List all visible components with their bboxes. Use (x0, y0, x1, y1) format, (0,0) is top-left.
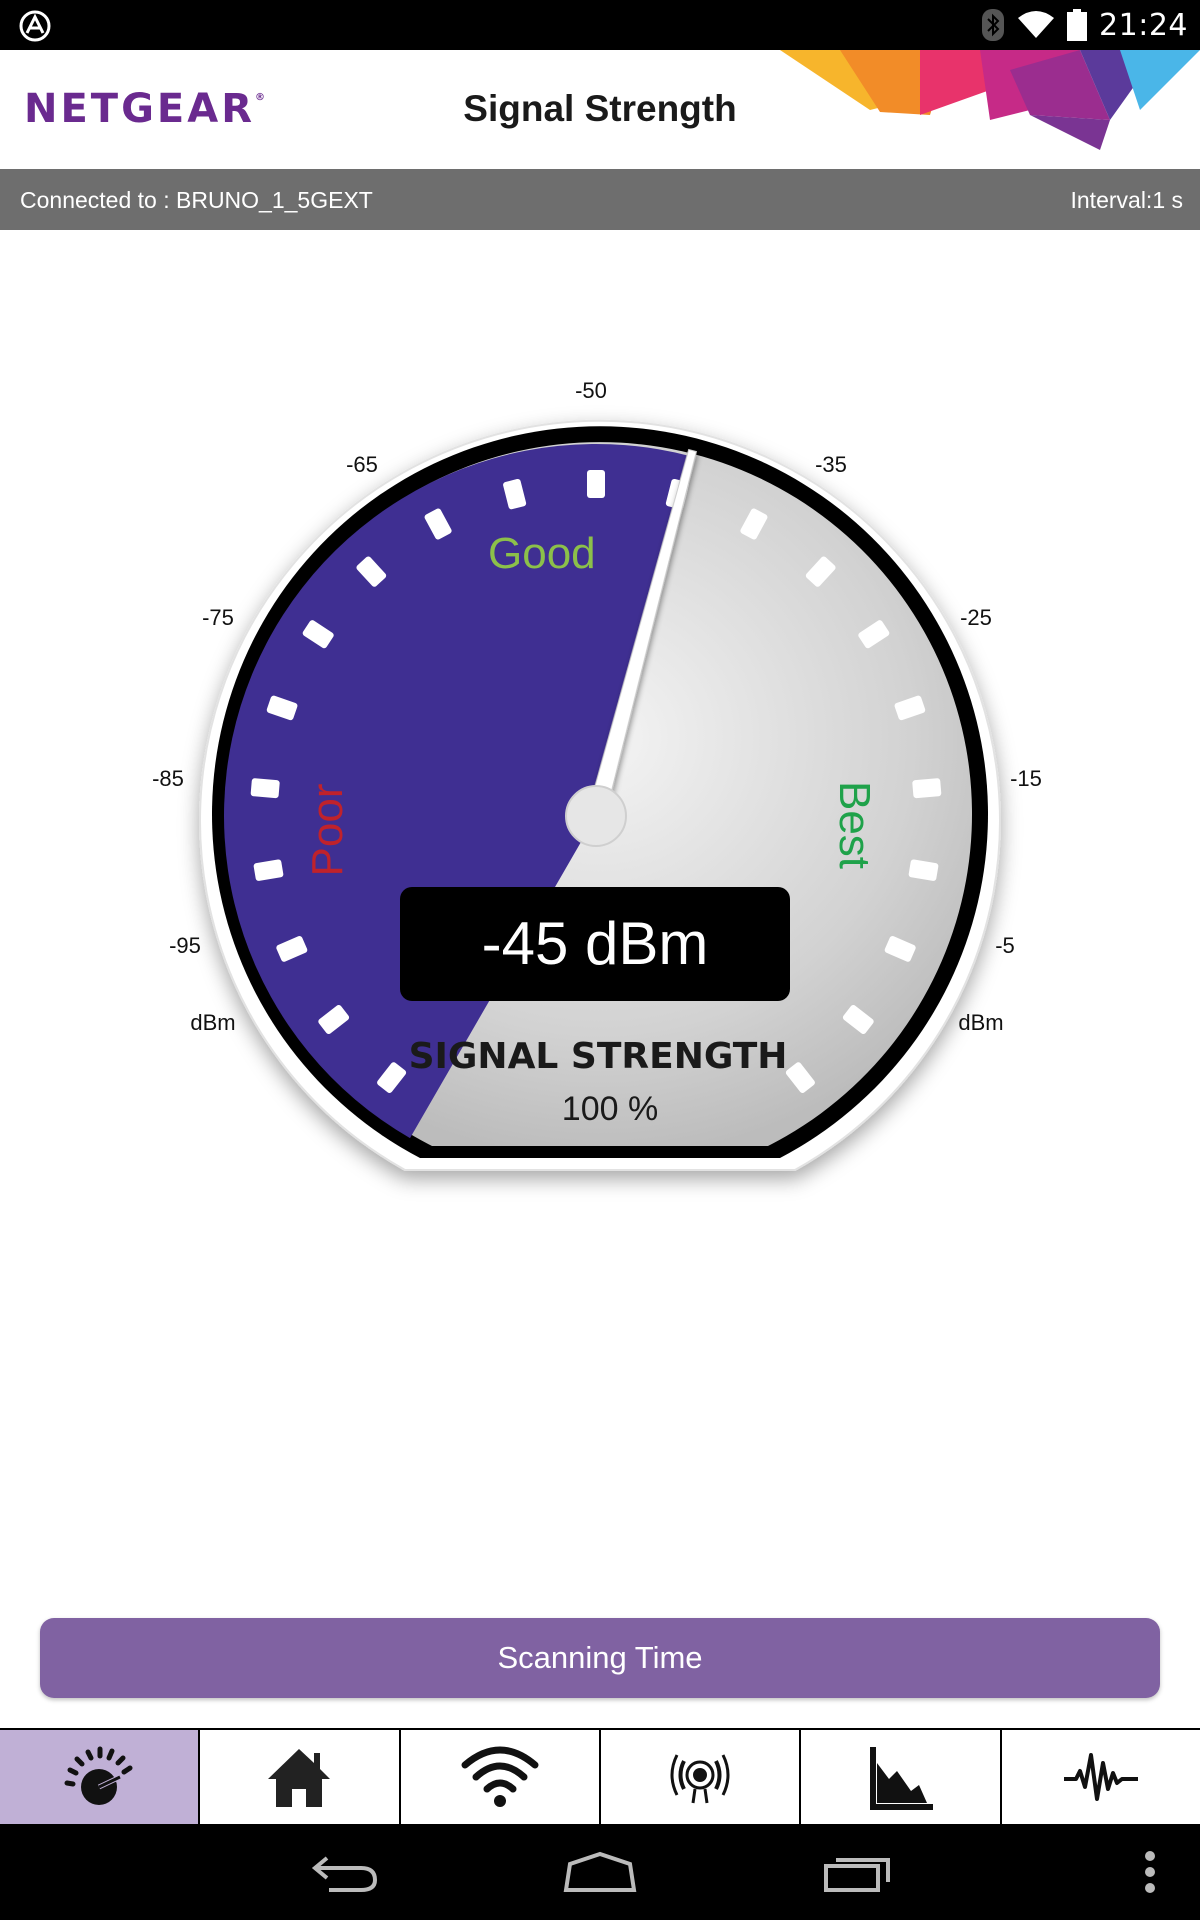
unit-label-left: dBm (190, 1010, 235, 1035)
tab-bar (0, 1728, 1200, 1824)
battery-icon (1067, 9, 1088, 41)
connected-network: Connected to : BRUNO_1_5GEXT (20, 187, 373, 213)
scale-label: -65 (346, 452, 378, 477)
connection-bar: Connected to : BRUNO_1_5GEXT Interval:1 … (0, 169, 1200, 230)
gauge-caption: SIGNAL STRENGTH (409, 1036, 788, 1077)
back-icon (311, 1856, 378, 1892)
scale-label: -95 (169, 933, 201, 958)
home-nav-icon (563, 1851, 637, 1892)
signal-gauge: Poor Good Best -95 -85 -75 -65 -50 -35 -… (152, 378, 1042, 1171)
tab-home[interactable] (200, 1730, 401, 1824)
brand-decoration (780, 50, 1200, 150)
scale-label: -75 (202, 605, 234, 630)
needle-hub (565, 785, 627, 847)
scale-label: -15 (1010, 766, 1042, 791)
recents-button[interactable] (818, 1842, 898, 1902)
zone-label-best: Best (830, 781, 879, 869)
assistant-icon (19, 10, 51, 42)
area-chart-icon (870, 1747, 934, 1810)
app-header: NETGEAR® Signal Strength (0, 50, 1200, 169)
signal-percent: 100 % (562, 1090, 658, 1128)
status-icons: 21:24 (981, 4, 1188, 46)
tick-mark (912, 778, 942, 799)
scale-label: -5 (995, 933, 1015, 958)
system-nav-bar (0, 1824, 1200, 1920)
tab-signal-strength[interactable] (0, 1730, 201, 1824)
scale-label: -25 (960, 605, 992, 630)
wifi-icon (461, 1746, 539, 1807)
tab-wifi[interactable] (401, 1730, 601, 1824)
zone-label-poor: Poor (303, 784, 352, 877)
scanning-time-button[interactable]: Scanning Time (40, 1618, 1160, 1698)
home-icon (268, 1749, 331, 1807)
tab-chart[interactable] (801, 1730, 1002, 1824)
gauge-icon (64, 1746, 133, 1805)
recents-icon (824, 1858, 890, 1892)
bluetooth-icon (982, 9, 1005, 41)
interval-readout: Interval:1 s (1070, 187, 1184, 213)
readout-value: -45 dBm (482, 910, 709, 977)
status-bar: 21:24 (0, 0, 1200, 50)
home-nav-button[interactable] (560, 1842, 640, 1902)
signal-broadcast-icon (670, 1754, 730, 1804)
clock: 21:24 (1099, 7, 1188, 43)
back-button[interactable] (305, 1842, 385, 1902)
unit-label-right: dBm (958, 1010, 1003, 1035)
wifi-icon (1018, 11, 1055, 38)
tab-broadcast[interactable] (601, 1730, 802, 1824)
tick-mark (250, 778, 280, 799)
tab-waveform[interactable] (1002, 1730, 1200, 1824)
overflow-menu-button[interactable] (1130, 1842, 1170, 1902)
scale-label: -50 (575, 378, 607, 403)
zone-label-good: Good (488, 529, 596, 578)
scale-label: -85 (152, 766, 184, 791)
overflow-menu-icon (1145, 1851, 1155, 1893)
waveform-icon (1063, 1753, 1138, 1801)
tick-mark (587, 470, 605, 498)
scale-label: -35 (815, 452, 847, 477)
